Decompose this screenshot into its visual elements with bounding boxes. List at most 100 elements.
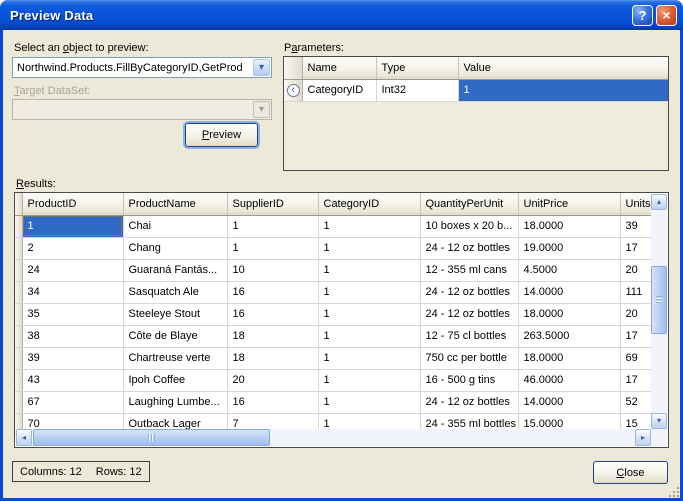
table-cell[interactable]: 4.5000 <box>518 259 621 282</box>
table-cell[interactable]: 20 <box>620 259 652 282</box>
table-cell[interactable]: 14.0000 <box>518 391 621 414</box>
table-cell[interactable]: 34 <box>22 281 124 304</box>
row-header[interactable] <box>15 325 23 348</box>
row-header[interactable] <box>15 391 23 414</box>
table-cell[interactable]: 24 <box>22 259 124 282</box>
parameter-type-cell[interactable]: Int32 <box>376 79 459 102</box>
parameter-row-header[interactable]: ‹ <box>284 79 303 102</box>
table-cell[interactable]: 24 - 12 oz bottles <box>420 303 519 326</box>
column-header-unitsinstock[interactable]: UnitsI <box>620 193 652 216</box>
table-cell[interactable]: 39 <box>620 215 652 238</box>
table-cell[interactable]: 1 <box>318 325 421 348</box>
table-cell[interactable]: 24 - 12 oz bottles <box>420 391 519 414</box>
table-cell[interactable]: 14.0000 <box>518 281 621 304</box>
table-cell[interactable]: 18.0000 <box>518 347 621 370</box>
table-cell[interactable]: Côte de Blaye <box>123 325 228 348</box>
table-cell[interactable]: Steeleye Stout <box>123 303 228 326</box>
table-cell[interactable]: 46.0000 <box>518 369 621 392</box>
table-cell[interactable]: 20 <box>620 303 652 326</box>
table-cell[interactable]: 16 <box>227 281 319 304</box>
close-window-button[interactable]: × <box>656 4 677 26</box>
row-header[interactable] <box>15 215 23 238</box>
parameter-value-cell[interactable]: 1 <box>458 79 668 102</box>
table-cell[interactable]: Laughing Lumbe... <box>123 391 228 414</box>
table-cell[interactable]: 1 <box>227 237 319 260</box>
table-cell[interactable]: 24 - 12 oz bottles <box>420 237 519 260</box>
table-cell[interactable]: 10 <box>227 259 319 282</box>
column-header-name[interactable]: Name <box>302 57 377 80</box>
table-cell[interactable]: 1 <box>227 215 319 238</box>
table-cell[interactable]: 38 <box>22 325 124 348</box>
object-selector-dropdown-button[interactable]: ▾ <box>253 59 270 76</box>
column-header-unitprice[interactable]: UnitPrice <box>518 193 621 216</box>
table-cell[interactable]: 263.5000 <box>518 325 621 348</box>
column-header-value[interactable]: Value <box>458 57 668 80</box>
row-header[interactable] <box>15 259 23 282</box>
table-cell[interactable]: 2 <box>22 237 124 260</box>
table-cell[interactable]: 10 boxes x 20 b... <box>420 215 519 238</box>
resize-grip[interactable] <box>667 485 679 497</box>
table-cell[interactable]: 1 <box>22 215 124 238</box>
table-cell[interactable]: 1 <box>318 237 421 260</box>
table-cell[interactable]: 111 <box>620 281 652 304</box>
table-cell[interactable]: Chang <box>123 237 228 260</box>
table-cell[interactable]: 12 - 355 ml cans <box>420 259 519 282</box>
table-cell[interactable]: 16 <box>227 303 319 326</box>
table-cell[interactable]: 69 <box>620 347 652 370</box>
table-cell[interactable]: Chai <box>123 215 228 238</box>
table-cell[interactable]: 1 <box>318 281 421 304</box>
table-cell[interactable]: 16 - 500 g tins <box>420 369 519 392</box>
table-cell[interactable]: 1 <box>318 369 421 392</box>
column-header-productid[interactable]: ProductID <box>22 193 124 216</box>
table-cell[interactable]: 16 <box>227 391 319 414</box>
table-cell[interactable]: 1 <box>318 391 421 414</box>
table-cell[interactable]: 1 <box>318 347 421 370</box>
row-header[interactable] <box>15 281 23 304</box>
title-bar[interactable]: Preview Data ? × <box>0 0 683 30</box>
table-cell[interactable]: 19.0000 <box>518 237 621 260</box>
row-header[interactable] <box>15 347 23 370</box>
scroll-down-button[interactable]: ▾ <box>651 413 667 429</box>
results-corner-header[interactable] <box>15 193 23 216</box>
close-button[interactable]: Close <box>593 461 668 484</box>
horizontal-scrollbar[interactable]: ◂ ▸ <box>16 429 651 446</box>
horizontal-scroll-thumb[interactable] <box>33 429 270 446</box>
table-cell[interactable]: 35 <box>22 303 124 326</box>
scroll-right-button[interactable]: ▸ <box>635 429 651 446</box>
table-cell[interactable]: 1 <box>318 215 421 238</box>
column-header-quantityperunit[interactable]: QuantityPerUnit <box>420 193 519 216</box>
table-cell[interactable]: 67 <box>22 391 124 414</box>
vertical-scrollbar[interactable]: ▴ ▾ <box>651 194 667 429</box>
table-cell[interactable]: 1 <box>318 303 421 326</box>
scroll-left-button[interactable]: ◂ <box>16 429 32 446</box>
column-header-type[interactable]: Type <box>376 57 459 80</box>
table-cell[interactable]: 24 - 12 oz bottles <box>420 281 519 304</box>
table-cell[interactable]: 39 <box>22 347 124 370</box>
table-cell[interactable]: 52 <box>620 391 652 414</box>
object-selector-combo[interactable]: Northwind.Products.FillByCategoryID,GetP… <box>12 57 272 78</box>
table-cell[interactable]: 18 <box>227 325 319 348</box>
column-header-categoryid[interactable]: CategoryID <box>318 193 421 216</box>
parameters-corner-header[interactable] <box>284 57 303 80</box>
table-cell[interactable]: Guaraná Fantás... <box>123 259 228 282</box>
table-cell[interactable]: Ipoh Coffee <box>123 369 228 392</box>
row-header[interactable] <box>15 237 23 260</box>
row-header[interactable] <box>15 369 23 392</box>
table-cell[interactable]: 17 <box>620 237 652 260</box>
table-cell[interactable]: 12 - 75 cl bottles <box>420 325 519 348</box>
table-cell[interactable]: Sasquatch Ale <box>123 281 228 304</box>
table-cell[interactable]: 1 <box>318 259 421 282</box>
table-cell[interactable]: 20 <box>227 369 319 392</box>
table-cell[interactable]: 18 <box>227 347 319 370</box>
table-cell[interactable]: 750 cc per bottle <box>420 347 519 370</box>
vertical-scroll-thumb[interactable] <box>651 266 667 334</box>
preview-button[interactable]: Preview <box>185 123 258 147</box>
table-cell[interactable]: 17 <box>620 369 652 392</box>
column-header-productname[interactable]: ProductName <box>123 193 228 216</box>
table-cell[interactable]: 17 <box>620 325 652 348</box>
table-cell[interactable]: 18.0000 <box>518 303 621 326</box>
table-cell[interactable]: 18.0000 <box>518 215 621 238</box>
column-header-supplierid[interactable]: SupplierID <box>227 193 319 216</box>
table-cell[interactable]: 43 <box>22 369 124 392</box>
scroll-up-button[interactable]: ▴ <box>651 194 667 210</box>
